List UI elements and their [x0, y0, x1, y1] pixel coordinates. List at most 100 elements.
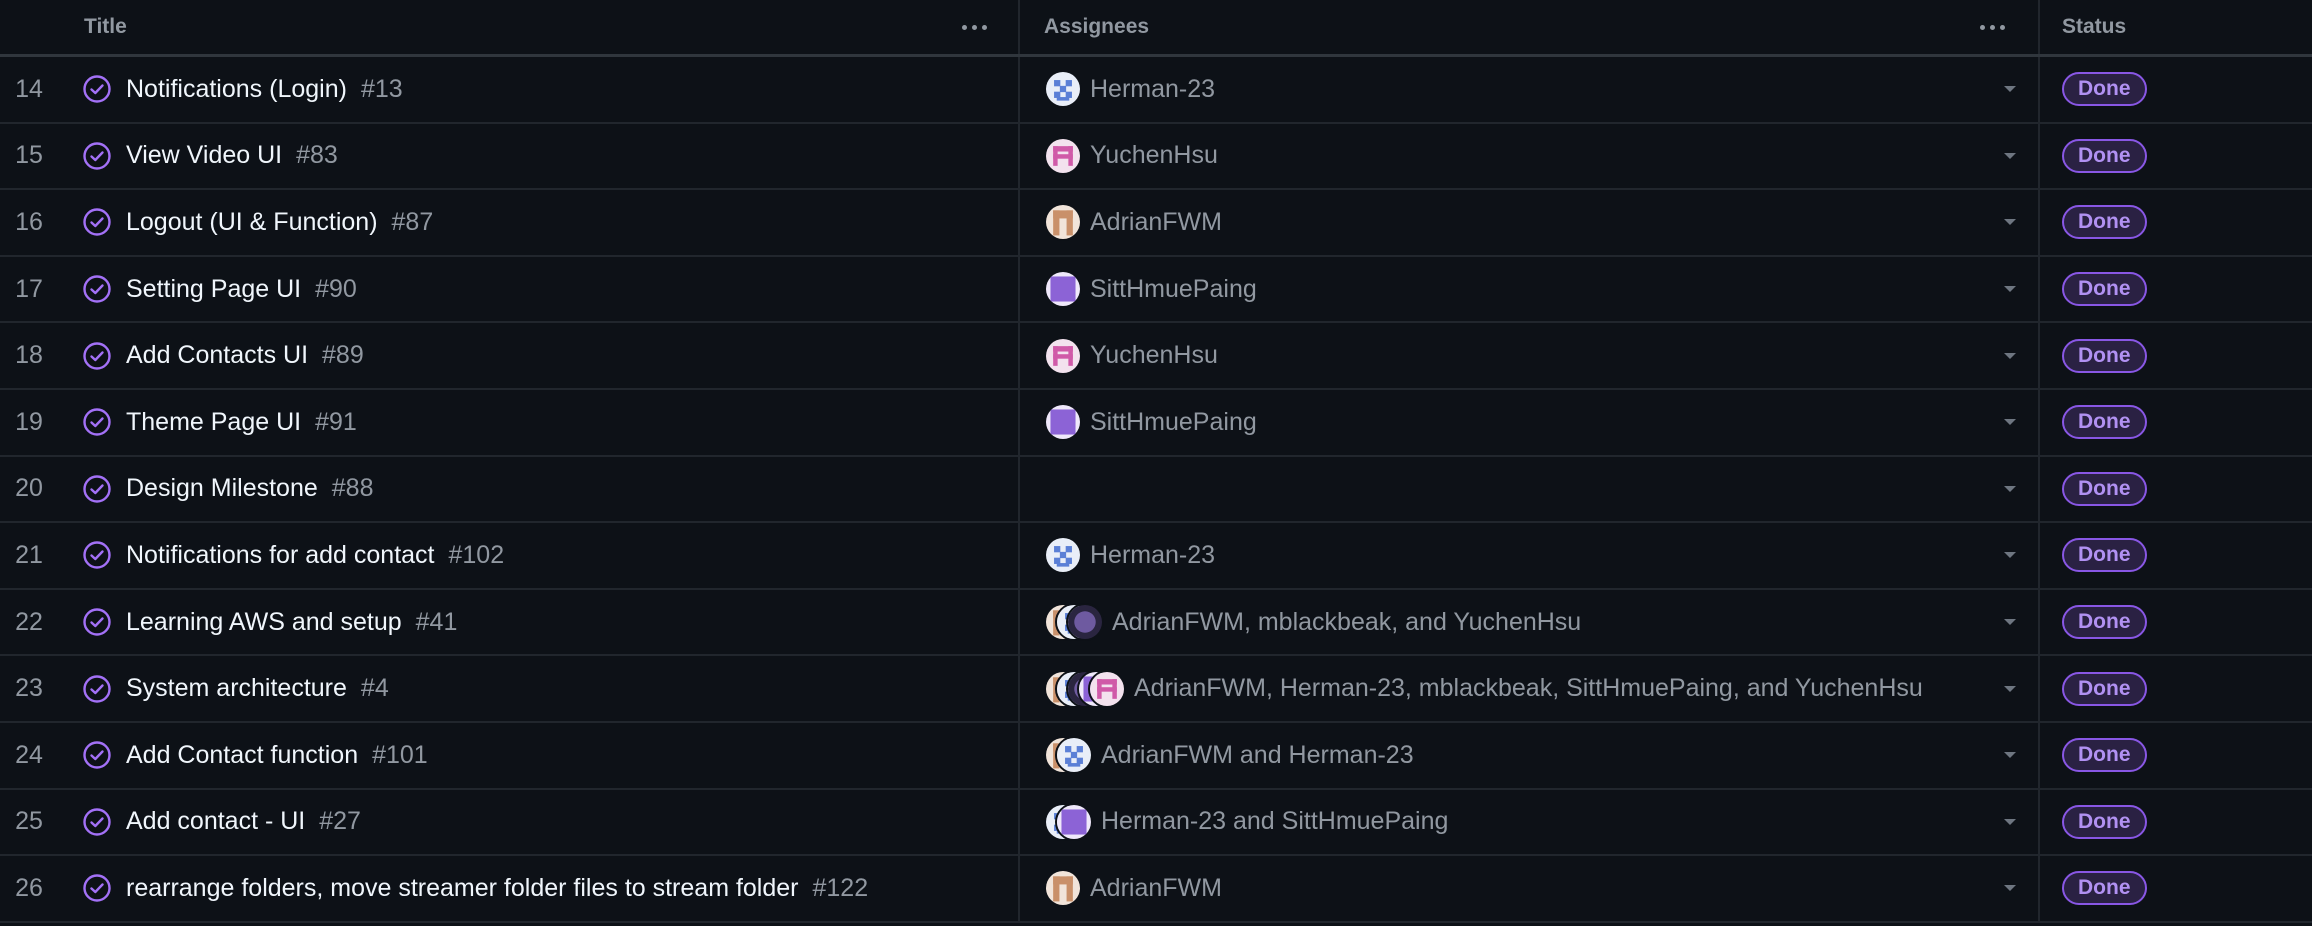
- title-cell[interactable]: View Video UI #83: [58, 123, 1020, 189]
- chevron-down-icon[interactable]: [2004, 752, 2016, 759]
- title-column-menu-button[interactable]: [952, 0, 996, 54]
- issue-title-link[interactable]: Theme Page UI: [126, 408, 301, 437]
- chevron-down-icon[interactable]: [2004, 885, 2016, 892]
- chevron-down-icon[interactable]: [2004, 419, 2016, 426]
- title-cell[interactable]: rearrange folders, move streamer folder …: [58, 856, 1020, 921]
- table-row[interactable]: 14 Notifications (Login) #13 Herman-23 D…: [0, 57, 2312, 124]
- status-cell[interactable]: Done: [2040, 723, 2312, 788]
- table-row[interactable]: 25 Add contact - UI #27 Herman-23 and Si…: [0, 789, 2312, 857]
- status-badge[interactable]: Done: [2062, 72, 2147, 107]
- title-cell[interactable]: Design Milestone #88: [58, 456, 1020, 522]
- assignees-cell[interactable]: AdrianFWM and Herman-23: [1020, 722, 2040, 788]
- title-cell[interactable]: System architecture #4: [58, 656, 1020, 721]
- chevron-down-icon[interactable]: [2004, 352, 2016, 359]
- table-row[interactable]: 24 Add Contact function #101 AdrianFWM a…: [0, 722, 2312, 790]
- title-cell[interactable]: Learning AWS and setup #41: [58, 589, 1020, 655]
- assignees-cell[interactable]: SittHmuePaing: [1020, 389, 2040, 455]
- assignees-cell[interactable]: Herman-23: [1020, 57, 2040, 122]
- table-row[interactable]: 15 View Video UI #83 YuchenHsu Done: [0, 123, 2312, 191]
- issue-title-link[interactable]: Design Milestone: [126, 474, 318, 503]
- issue-number: #101: [372, 740, 428, 769]
- column-header-assignees[interactable]: Assignees: [1020, 0, 2040, 54]
- table-row[interactable]: 26 rearrange folders, move streamer fold…: [0, 856, 2312, 923]
- status-badge[interactable]: Done: [2062, 538, 2147, 573]
- title-cell[interactable]: Setting Page UI #90: [58, 256, 1020, 322]
- assignees-cell[interactable]: SittHmuePaing: [1020, 256, 2040, 322]
- issue-title-link[interactable]: Notifications for add contact: [126, 541, 435, 570]
- assignees-cell[interactable]: [1020, 456, 2040, 522]
- issue-title-link[interactable]: Learning AWS and setup: [126, 608, 402, 637]
- chevron-down-icon[interactable]: [2004, 818, 2016, 825]
- assignees-text: AdrianFWM: [1090, 207, 1222, 236]
- status-cell[interactable]: Done: [2040, 323, 2312, 388]
- table-row[interactable]: 21 Notifications for add contact #102 He…: [0, 523, 2312, 590]
- chevron-down-icon[interactable]: [2004, 219, 2016, 226]
- chevron-down-icon[interactable]: [2004, 485, 2016, 492]
- status-badge[interactable]: Done: [2062, 871, 2147, 906]
- title-cell[interactable]: Add contact - UI #27: [58, 789, 1020, 855]
- assignees-cell[interactable]: AdrianFWM: [1020, 190, 2040, 255]
- table-row[interactable]: 18 Add Contacts UI #89 YuchenHsu Done: [0, 323, 2312, 390]
- title-cell[interactable]: Logout (UI & Function) #87: [58, 190, 1020, 255]
- row-number: 22: [15, 607, 43, 636]
- status-badge[interactable]: Done: [2062, 405, 2147, 440]
- status-cell[interactable]: Done: [2040, 656, 2312, 721]
- assignees-cell[interactable]: Herman-23 and SittHmuePaing: [1020, 789, 2040, 855]
- issue-title-link[interactable]: Add Contacts UI: [126, 341, 308, 370]
- status-cell[interactable]: Done: [2040, 257, 2312, 322]
- status-badge[interactable]: Done: [2062, 738, 2147, 773]
- table-row[interactable]: 23 System architecture #4 AdrianFWM, Her…: [0, 656, 2312, 723]
- issue-title-link[interactable]: Setting Page UI: [126, 275, 301, 304]
- status-badge[interactable]: Done: [2062, 471, 2147, 506]
- assignees-cell[interactable]: AdrianFWM: [1020, 856, 2040, 921]
- assignees-cell[interactable]: YuchenHsu: [1020, 323, 2040, 388]
- table-row[interactable]: 19 Theme Page UI #91 SittHmuePaing Done: [0, 389, 2312, 457]
- status-cell[interactable]: Done: [2040, 124, 2312, 189]
- table-row[interactable]: 17 Setting Page UI #90 SittHmuePaing Don…: [0, 256, 2312, 324]
- column-header-title[interactable]: Title: [0, 0, 1020, 54]
- table-row[interactable]: 20 Design Milestone #88 Done: [0, 456, 2312, 524]
- issue-title-link[interactable]: System architecture: [126, 674, 347, 703]
- chevron-down-icon[interactable]: [2004, 152, 2016, 159]
- status-cell[interactable]: Done: [2040, 190, 2312, 255]
- issue-title-link[interactable]: Notifications (Login): [126, 75, 347, 104]
- status-badge[interactable]: Done: [2062, 605, 2147, 640]
- issue-title-link[interactable]: rearrange folders, move streamer folder …: [126, 874, 799, 903]
- status-badge[interactable]: Done: [2062, 272, 2147, 307]
- issue-title-link[interactable]: Add Contact function: [126, 741, 358, 770]
- chevron-down-icon[interactable]: [2004, 685, 2016, 692]
- status-badge[interactable]: Done: [2062, 338, 2147, 373]
- chevron-down-icon[interactable]: [2004, 286, 2016, 293]
- title-cell[interactable]: Notifications (Login) #13: [58, 57, 1020, 122]
- title-cell[interactable]: Notifications for add contact #102: [58, 523, 1020, 588]
- issue-title-link[interactable]: View Video UI: [126, 141, 282, 170]
- avatar-stack: [1044, 736, 1093, 775]
- assignees-cell[interactable]: YuchenHsu: [1020, 123, 2040, 189]
- assignees-cell[interactable]: Herman-23: [1020, 523, 2040, 588]
- status-cell[interactable]: Done: [2040, 57, 2312, 122]
- title-cell[interactable]: Add Contacts UI #89: [58, 323, 1020, 388]
- title-cell[interactable]: Theme Page UI #91: [58, 389, 1020, 455]
- status-cell[interactable]: Done: [2040, 590, 2312, 655]
- table-row[interactable]: 16 Logout (UI & Function) #87 AdrianFWM …: [0, 190, 2312, 257]
- status-badge[interactable]: Done: [2062, 138, 2147, 173]
- assignees-cell[interactable]: AdrianFWM, Herman-23, mblackbeak, SittHm…: [1020, 656, 2040, 721]
- status-badge[interactable]: Done: [2062, 804, 2147, 839]
- issue-title-link[interactable]: Logout (UI & Function): [126, 208, 378, 237]
- status-cell[interactable]: Done: [2040, 390, 2312, 455]
- assignees-column-menu-button[interactable]: [1970, 0, 2014, 54]
- chevron-down-icon[interactable]: [2004, 86, 2016, 93]
- chevron-down-icon[interactable]: [2004, 619, 2016, 626]
- issue-title-link[interactable]: Add contact - UI: [126, 807, 305, 836]
- status-cell[interactable]: Done: [2040, 523, 2312, 588]
- status-badge[interactable]: Done: [2062, 671, 2147, 706]
- chevron-down-icon[interactable]: [2004, 552, 2016, 559]
- title-cell[interactable]: Add Contact function #101: [58, 722, 1020, 788]
- assignees-cell[interactable]: AdrianFWM, mblackbeak, and YuchenHsu: [1020, 589, 2040, 655]
- status-cell[interactable]: Done: [2040, 457, 2312, 522]
- status-cell[interactable]: Done: [2040, 790, 2312, 855]
- column-header-status[interactable]: Status: [2040, 0, 2312, 54]
- table-row[interactable]: 22 Learning AWS and setup #41 AdrianFWM,…: [0, 589, 2312, 657]
- status-cell[interactable]: Done: [2040, 856, 2312, 921]
- status-badge[interactable]: Done: [2062, 205, 2147, 240]
